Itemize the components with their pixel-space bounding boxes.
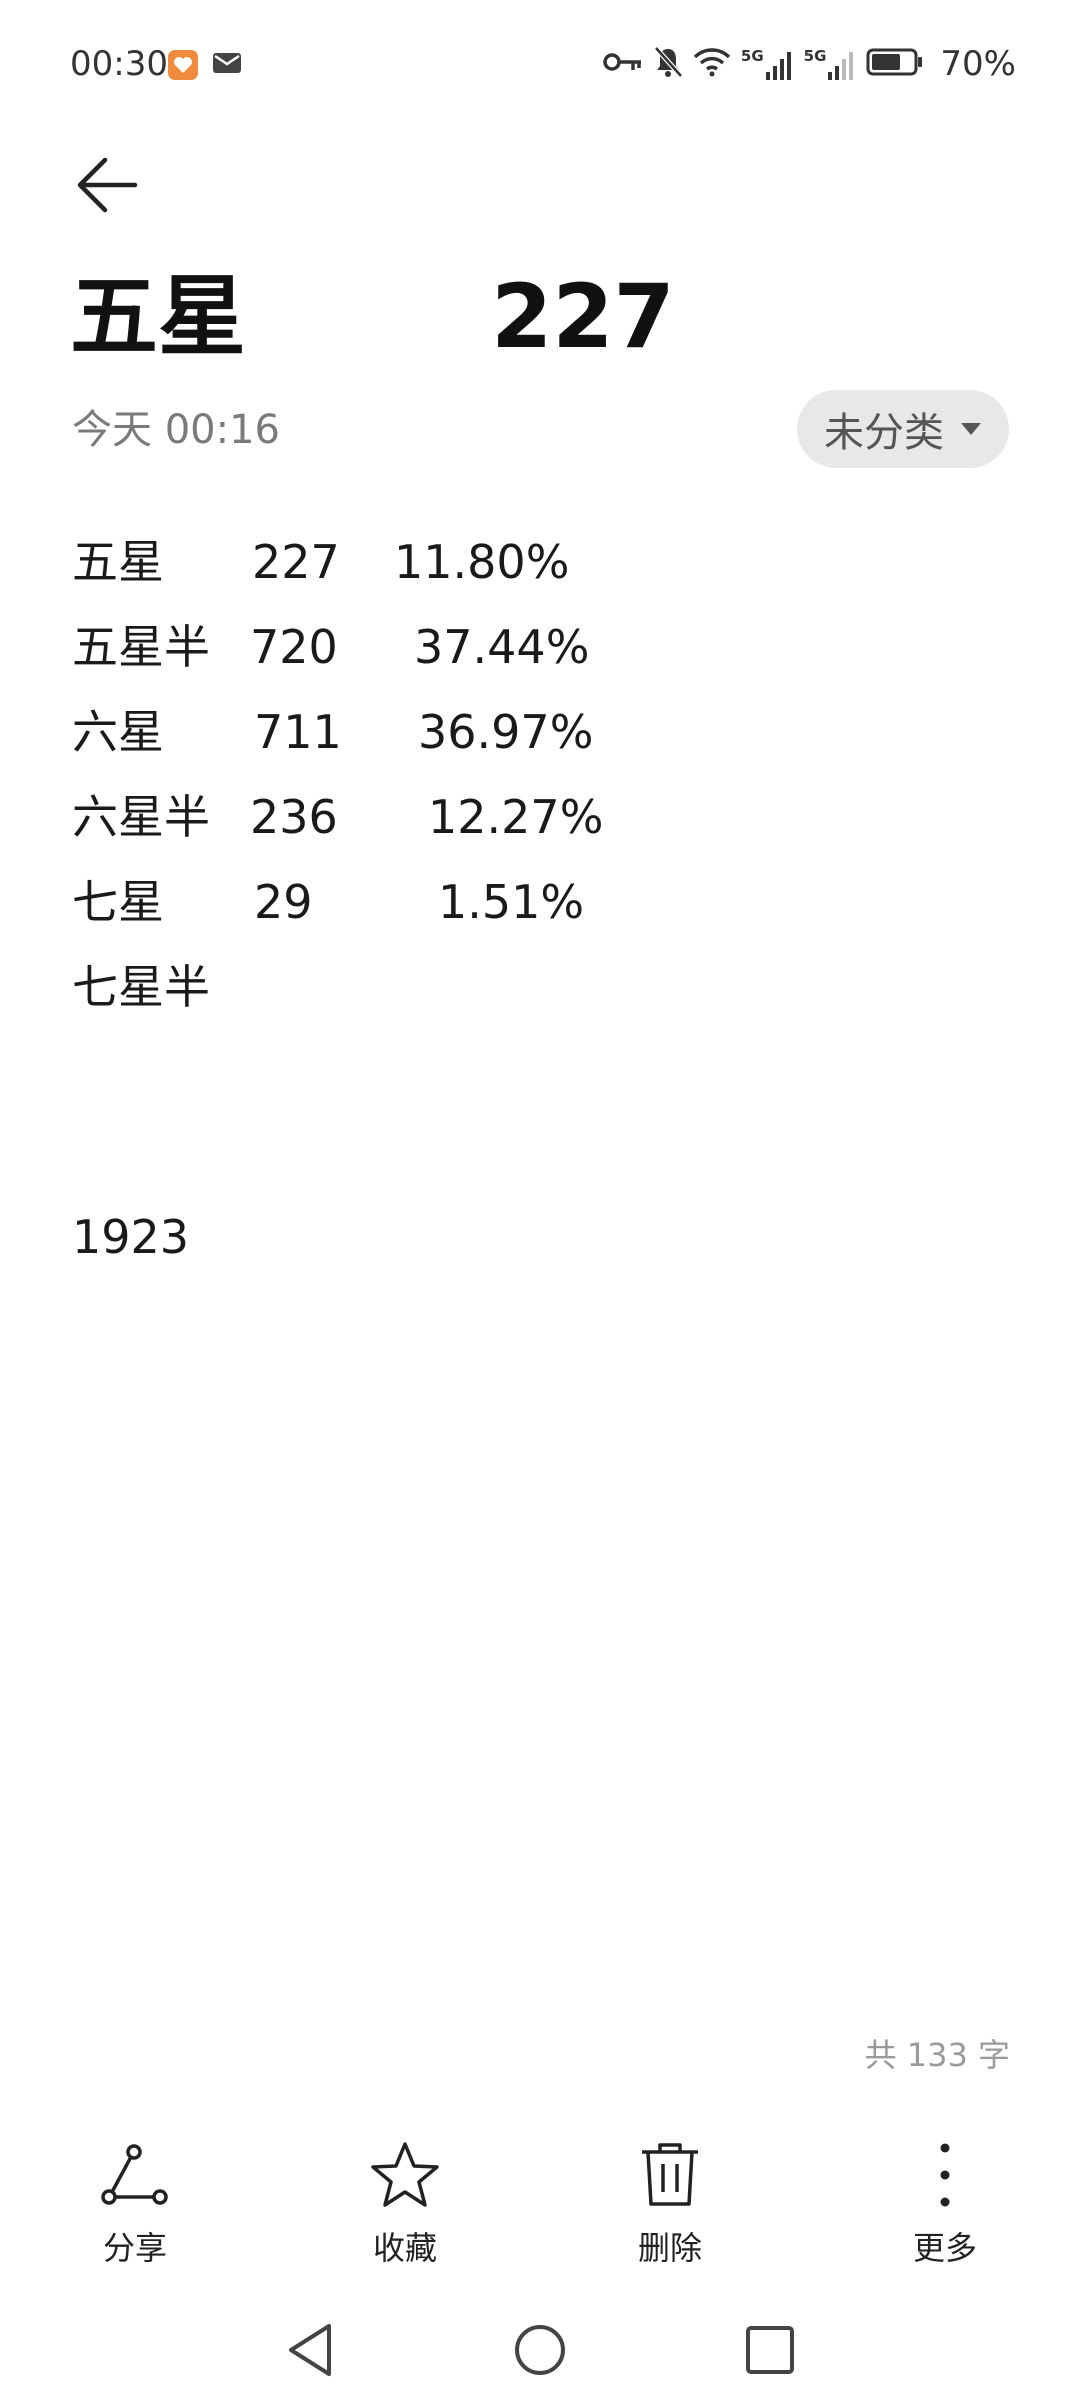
favorite-label: 收藏 — [372, 2229, 437, 2267]
row-count: 227 — [252, 535, 340, 589]
note-row: 五星半 720 37.44% — [72, 605, 1012, 690]
triangle-down-icon — [961, 423, 981, 435]
row-name: 七星 — [72, 875, 164, 929]
nav-back-button[interactable] — [270, 2310, 350, 2390]
row-count: 720 — [250, 620, 338, 674]
status-bar: 00:30 5G 5G 70% — [0, 0, 1080, 130]
share-button[interactable]: 分享 — [55, 2135, 215, 2285]
row-name: 五星 — [72, 535, 164, 589]
more-button[interactable]: 更多 — [865, 2135, 1025, 2285]
square-recent-icon — [746, 2326, 794, 2374]
triangle-back-icon — [289, 2324, 331, 2376]
signal-5g-icon-a: 5G — [741, 48, 794, 80]
row-percent: 1.51% — [438, 875, 585, 929]
share-label: 分享 — [102, 2229, 167, 2267]
note-row: 七星半 — [72, 945, 1012, 1030]
note-row: 六星半 236 12.27% — [72, 775, 1012, 860]
more-vertical-icon — [905, 2135, 985, 2215]
arrow-left-icon — [77, 157, 138, 213]
delete-button[interactable]: 删除 — [590, 2135, 750, 2285]
favorite-button[interactable]: 收藏 — [325, 2135, 485, 2285]
battery-percent: 70% — [940, 44, 1016, 84]
row-count: 29 — [254, 875, 313, 929]
note-row: 五星 227 11.80% — [72, 520, 1012, 605]
app-notification-icon — [168, 50, 198, 80]
category-dropdown[interactable]: 未分类 — [797, 390, 1009, 468]
bottom-toolbar: 分享 收藏 删除 更多 — [0, 2135, 1080, 2295]
mute-bell-icon — [653, 46, 683, 82]
status-time: 00:30 — [70, 44, 168, 84]
row-percent: 36.97% — [418, 705, 594, 759]
note-body[interactable]: 五星 227 11.80% 五星半 720 37.44% 六星 711 36.9… — [72, 520, 1012, 1030]
system-nav-bar — [0, 2300, 1080, 2398]
note-total: 1923 — [72, 1210, 190, 1264]
delete-label: 删除 — [637, 2229, 702, 2267]
signal-5g-icon-b: 5G — [804, 48, 857, 80]
notification-icons — [168, 50, 242, 80]
note-row: 七星 29 1.51% — [72, 860, 1012, 945]
vpn-key-icon — [603, 50, 643, 78]
nav-recent-button[interactable] — [730, 2310, 810, 2390]
nav-home-button[interactable] — [500, 2310, 580, 2390]
row-name: 七星半 — [72, 960, 210, 1014]
word-count: 共 133 字 — [864, 2036, 1010, 2074]
row-count: 236 — [250, 790, 338, 844]
mail-icon — [212, 51, 242, 79]
row-name: 五星半 — [72, 620, 210, 674]
battery-icon — [866, 47, 924, 81]
wifi-icon — [693, 47, 731, 81]
more-label: 更多 — [912, 2229, 977, 2267]
row-name: 六星 — [72, 705, 164, 759]
row-percent: 12.27% — [428, 790, 604, 844]
row-percent: 11.80% — [394, 535, 570, 589]
status-right-icons: 5G 5G 70% — [603, 42, 1016, 86]
category-label: 未分类 — [824, 410, 944, 456]
note-title[interactable]: 五星 227 — [70, 262, 675, 372]
row-count: 711 — [254, 705, 342, 759]
circle-home-icon — [515, 2325, 565, 2375]
share-icon — [95, 2135, 175, 2215]
row-percent: 37.44% — [414, 620, 590, 674]
back-button[interactable] — [62, 140, 152, 230]
row-name: 六星半 — [72, 790, 210, 844]
trash-icon — [630, 2135, 710, 2215]
star-icon — [365, 2135, 445, 2215]
note-row: 六星 711 36.97% — [72, 690, 1012, 775]
note-date: 今天 00:16 — [72, 407, 280, 453]
